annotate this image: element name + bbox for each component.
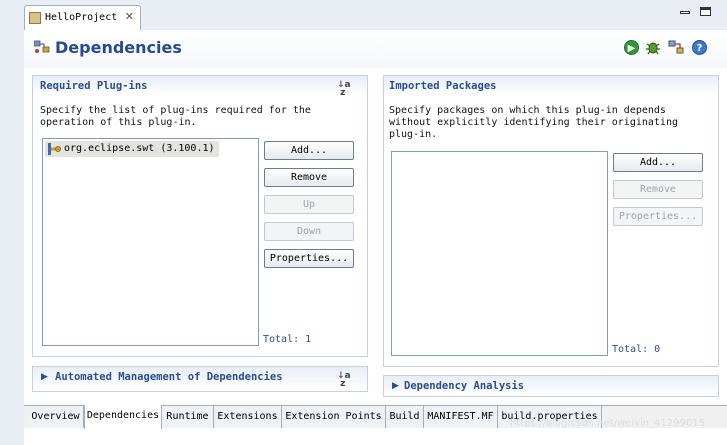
remove-package-button[interactable]: Remove (613, 180, 703, 199)
imported-packages-description-1: Specify packages on which this plug-in d… (389, 105, 666, 116)
automated-management-section: ▶ Automated Management of Dependencies ↓… (32, 366, 368, 392)
tab-build[interactable]: Build (386, 406, 424, 428)
required-plugins-section: Required Plug-ins ↓a z Specify the list … (32, 75, 368, 357)
imported-packages-description-2: without explicitly identifying their ori… (389, 117, 678, 128)
remove-plugin-button[interactable]: Remove (264, 168, 354, 187)
add-plugin-button[interactable]: Add... (264, 141, 354, 160)
down-button[interactable]: Down (264, 222, 354, 241)
automated-management-title[interactable]: Automated Management of Dependencies (55, 371, 283, 383)
debug-icon[interactable] (645, 39, 661, 55)
export-icon[interactable] (668, 39, 684, 55)
dependency-analysis-section: ▶ Dependency Analysis (383, 375, 719, 397)
up-button[interactable]: Up (264, 195, 354, 214)
imported-total: Total: 0 (612, 344, 661, 355)
required-plugins-description-1: Specify the list of plug-ins required fo… (40, 105, 311, 116)
package-properties-button[interactable]: Properties... (613, 207, 703, 226)
close-icon[interactable]: ✕ (125, 10, 134, 23)
tab-extension-points[interactable]: Extension Points (282, 406, 386, 428)
maximize-button[interactable] (700, 7, 711, 16)
watermark: https://blog.csdn.net/weixin_41299015 (509, 418, 705, 429)
help-icon[interactable]: ? (692, 40, 707, 55)
page-title: Dependencies (55, 38, 182, 57)
tab-overview[interactable]: Overview (28, 406, 84, 428)
sort-alpha-icon[interactable]: ↓a z (337, 81, 351, 98)
tab-extensions[interactable]: Extensions (214, 406, 282, 428)
required-plugins-description-2: operation of this plug-in. (40, 117, 197, 128)
expand-chevron-icon[interactable]: ▶ (41, 372, 48, 382)
plugin-icon (47, 142, 61, 156)
plugin-name: org.eclipse.swt (3.100.1) (64, 143, 215, 154)
imported-packages-description-3: plug-in. (389, 129, 438, 140)
add-package-button[interactable]: Add... (613, 153, 703, 172)
editor-tab-title: HelloProject (45, 12, 118, 23)
list-item[interactable]: org.eclipse.swt (3.100.1) (45, 141, 219, 157)
run-icon[interactable]: ▶ (624, 40, 639, 55)
plugin-manifest-icon (29, 12, 41, 24)
required-total: Total: 1 (263, 334, 312, 345)
left-gutter (0, 30, 24, 445)
dependencies-icon (33, 40, 50, 54)
dependency-analysis-title[interactable]: Dependency Analysis (404, 380, 524, 392)
expand-chevron-icon[interactable]: ▶ (392, 381, 399, 391)
tab-dependencies[interactable]: Dependencies (84, 405, 162, 429)
minimize-button[interactable] (680, 11, 690, 14)
required-plugins-title: Required Plug-ins (40, 80, 148, 92)
imported-packages-list[interactable] (391, 151, 608, 356)
editor-tab[interactable]: HelloProject ✕ (24, 5, 141, 30)
imported-packages-title: Imported Packages (389, 80, 497, 92)
tab-manifest[interactable]: MANIFEST.MF (424, 406, 498, 428)
required-plugins-list[interactable]: org.eclipse.swt (3.100.1) (42, 138, 259, 346)
plugin-properties-button[interactable]: Properties... (264, 249, 354, 268)
tab-runtime[interactable]: Runtime (162, 406, 214, 428)
sort-alpha-icon[interactable]: ↓a z (337, 372, 351, 389)
imported-packages-section: Imported Packages Specify packages on wh… (383, 75, 719, 367)
